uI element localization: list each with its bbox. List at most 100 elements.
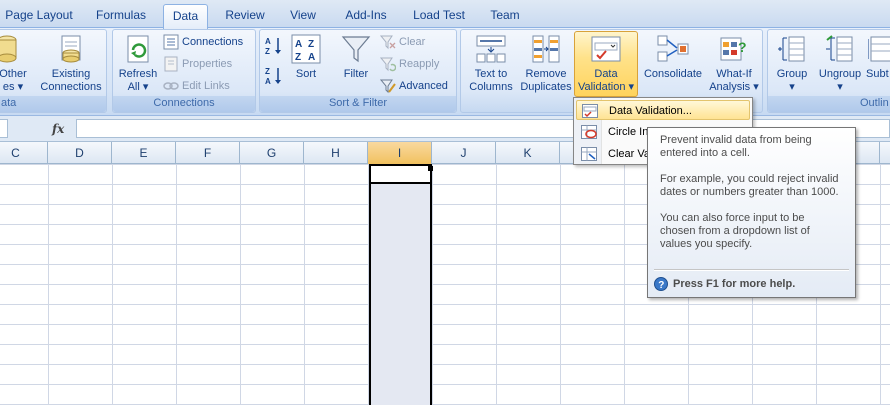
consolidate-button[interactable]: Consolidate xyxy=(641,32,705,96)
tab-page-layout[interactable]: Page Layout xyxy=(0,6,78,28)
reapply-icon xyxy=(380,57,396,72)
remove-duplicates-label-2: Duplicates xyxy=(520,81,572,93)
tab-team[interactable]: Team xyxy=(484,6,526,28)
svg-text:A: A xyxy=(295,39,302,50)
ribbon-tab-bar: Page Layout Formulas Data Review View Ad… xyxy=(0,0,890,29)
consolidate-icon xyxy=(657,35,689,62)
group-icon xyxy=(778,36,805,62)
sort-button[interactable]: A Z Z A Sort xyxy=(288,32,324,96)
tab-load-test[interactable]: Load Test xyxy=(405,6,473,28)
group-button[interactable]: Group ▾ xyxy=(770,32,814,96)
filter-label: Filter xyxy=(343,68,369,80)
column-header-g[interactable]: G xyxy=(240,142,304,164)
svg-text:?: ? xyxy=(658,280,664,291)
properties-button[interactable]: Properties xyxy=(163,54,232,74)
tooltip-example: For example, you could reject invalid da… xyxy=(660,173,839,198)
connections-icon xyxy=(163,34,179,50)
advanced-label: Advanced xyxy=(399,80,448,92)
connections-button[interactable]: Connections xyxy=(163,32,243,52)
svg-text:A: A xyxy=(265,37,271,46)
group-get-external-data: Other es ▾ Existing Connections ata xyxy=(0,29,107,113)
tooltip-separator xyxy=(654,269,849,271)
data-validation-label-2: Validation ▾ xyxy=(577,81,635,93)
subtotal-icon xyxy=(868,36,890,62)
clear-filter-icon xyxy=(380,35,396,50)
circle-invalid-icon xyxy=(581,125,597,139)
name-box[interactable] xyxy=(0,119,8,138)
data-validation-tooltip: Prevent invalid data from being entered … xyxy=(647,127,856,298)
sort-a-to-z-button[interactable]: A Z xyxy=(265,36,286,60)
tab-data[interactable]: Data xyxy=(163,4,208,29)
insert-function-icon[interactable]: fx xyxy=(52,122,64,136)
existing-connections-icon xyxy=(61,35,81,63)
column-header-h[interactable]: H xyxy=(304,142,368,164)
fill-handle[interactable] xyxy=(428,166,433,171)
svg-text:A: A xyxy=(265,77,271,86)
sort-z-to-a-button[interactable]: Z A xyxy=(265,66,286,90)
help-icon: ? xyxy=(654,277,668,291)
tooltip-description: Prevent invalid data from being entered … xyxy=(660,134,812,159)
group-outline: Group ▾ Ungroup ▾ Subt Outlin xyxy=(767,29,890,113)
text-to-columns-button[interactable]: Text to Columns xyxy=(465,32,517,96)
column-header-d[interactable]: D xyxy=(48,142,112,164)
data-validation-button[interactable]: Data Validation ▾ xyxy=(574,31,638,97)
remove-duplicates-button[interactable]: Remove Duplicates xyxy=(519,32,573,96)
from-other-label: Other xyxy=(0,68,27,80)
reapply-label: Reapply xyxy=(399,58,440,70)
svg-text:A: A xyxy=(308,52,315,63)
sort-dialog-icon: A Z Z A xyxy=(291,34,321,64)
group-sort-filter: A Z Z A A Z Z A Sort Filter Clear Reappl… xyxy=(259,29,457,113)
database-icon xyxy=(0,35,17,63)
advanced-filter-icon xyxy=(380,79,396,94)
tab-view[interactable]: View xyxy=(282,6,324,28)
consolidate-label: Consolidate xyxy=(643,68,703,80)
what-if-analysis-button[interactable]: ? What-If Analysis ▾ xyxy=(706,32,762,96)
column-header-f[interactable]: F xyxy=(176,142,240,164)
column-header-e[interactable]: E xyxy=(112,142,176,164)
svg-text:Z: Z xyxy=(265,67,270,76)
properties-label: Properties xyxy=(182,58,233,70)
menu-item-label: Clear Va xyxy=(608,148,650,160)
existing-connections-button[interactable]: Existing Connections xyxy=(37,32,105,96)
tooltip-help-text: Press F1 for more help. xyxy=(673,277,796,290)
link-icon xyxy=(163,82,179,90)
selected-column-i[interactable] xyxy=(369,164,432,405)
column-header-i[interactable]: I xyxy=(368,142,432,164)
column-header-j[interactable]: J xyxy=(432,142,496,164)
clear-validation-icon xyxy=(581,147,597,161)
reapply-button[interactable]: Reapply xyxy=(380,54,439,74)
from-other-sources-button[interactable]: Other es ▾ xyxy=(0,32,31,96)
column-header-c[interactable]: C xyxy=(0,142,48,164)
remove-duplicates-icon xyxy=(532,35,560,63)
subtotal-button[interactable]: Subt xyxy=(866,32,890,96)
column-header-k[interactable]: K xyxy=(496,142,560,164)
edit-links-label: Edit Links xyxy=(182,80,230,92)
sort-descending-icon: Z A xyxy=(265,67,281,86)
refresh-label-2: All ▾ xyxy=(127,81,149,93)
tab-add-ins[interactable]: Add-Ins xyxy=(336,6,396,28)
svg-text:Z: Z xyxy=(265,47,270,56)
tab-review[interactable]: Review xyxy=(219,6,271,28)
what-if-label: What-If xyxy=(716,68,752,80)
ungroup-button[interactable]: Ungroup ▾ xyxy=(816,32,864,96)
refresh-all-button[interactable]: Refresh All ▾ xyxy=(116,32,160,96)
group-label-sort-filter: Sort & Filter xyxy=(260,96,456,112)
from-other-label-2: es ▾ xyxy=(2,81,24,93)
existing-label: Existing xyxy=(51,68,91,80)
menu-item-data-validation[interactable]: Data Validation... xyxy=(576,100,750,120)
tooltip-dropdown-tip: You can also force input to be chosen fr… xyxy=(660,212,810,250)
data-validation-icon xyxy=(591,36,621,62)
clear-filter-button[interactable]: Clear xyxy=(380,32,425,52)
filter-button[interactable]: Filter xyxy=(336,32,376,96)
svg-text:Z: Z xyxy=(295,52,301,63)
active-cell[interactable] xyxy=(369,164,432,184)
refresh-icon xyxy=(127,35,149,63)
data-validation-label: Data xyxy=(594,68,618,80)
tab-formulas[interactable]: Formulas xyxy=(86,6,156,28)
text-to-columns-label: Text to xyxy=(474,68,508,80)
tooltip-help: ? Press F1 for more help. xyxy=(654,277,795,291)
advanced-filter-button[interactable]: Advanced xyxy=(380,76,448,96)
sort-ascending-icon: A Z xyxy=(265,37,281,56)
edit-links-button[interactable]: Edit Links xyxy=(163,76,230,96)
text-to-columns-label-2: Columns xyxy=(469,81,513,93)
